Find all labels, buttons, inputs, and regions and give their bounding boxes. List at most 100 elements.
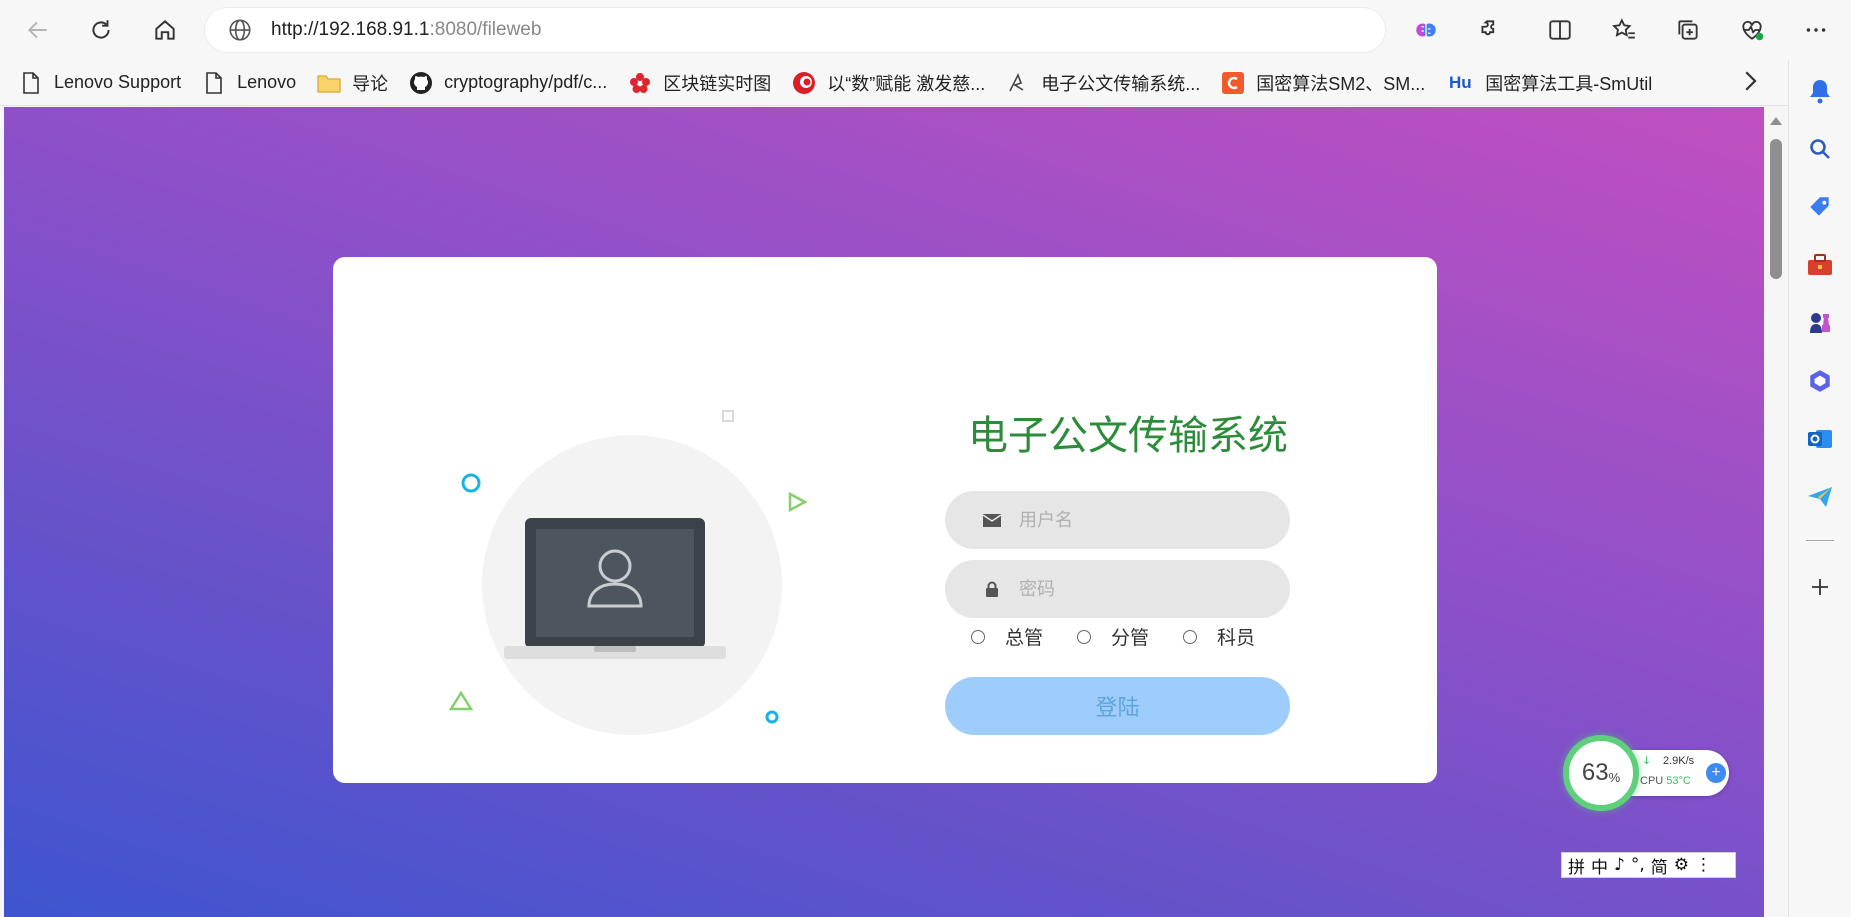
hu-logo-icon: Hu (1448, 72, 1472, 92)
folder-icon (316, 70, 342, 96)
scroll-up-arrow-icon[interactable] (1770, 117, 1782, 125)
username-input[interactable] (1019, 509, 1279, 531)
envelope-icon (981, 509, 1003, 531)
bookmarks-overflow-button[interactable] (1735, 66, 1765, 96)
cpu-usage-ring: 63% (1563, 735, 1639, 811)
url-text: http://192.168.91.1:8080/fileweb (271, 19, 542, 40)
extensions-button[interactable] (1470, 10, 1510, 50)
github-icon (408, 70, 434, 96)
search-button[interactable] (1803, 132, 1837, 166)
edge-sidebar (1788, 60, 1851, 917)
sidebar-divider (1806, 540, 1834, 541)
page-scrollbar[interactable] (1764, 107, 1788, 917)
browser-essentials-button[interactable] (1732, 10, 1772, 50)
cpu-temperature: CPU 53°C (1640, 775, 1691, 787)
ime-item[interactable]: ⋮ (1695, 855, 1712, 875)
shopping-button[interactable] (1803, 190, 1837, 224)
home-icon (155, 20, 175, 40)
chess-piece-icon (1810, 313, 1830, 333)
role-option-zongguan[interactable]: 总管 (971, 623, 1043, 650)
arrow-left-icon (27, 21, 47, 39)
bookmark-item[interactable]: Lenovo (193, 65, 304, 101)
page-title: 电子公文传输系统 (968, 413, 1288, 459)
radio-button[interactable] (1077, 629, 1092, 644)
role-radio-group: 总管 分管 科员 (971, 623, 1291, 650)
lock-icon (981, 578, 1003, 600)
games-button[interactable] (1803, 306, 1837, 340)
ime-item[interactable]: 简 (1651, 853, 1668, 878)
refresh-icon (92, 20, 110, 39)
custom-logo-icon (1005, 70, 1031, 96)
bookmark-item[interactable]: 国密算法SM2、SM... (1212, 65, 1433, 101)
net-speed: 2.9K/s (1663, 755, 1695, 767)
brain-icon (1416, 23, 1436, 37)
login-button[interactable]: 登陆 (945, 677, 1290, 735)
password-input[interactable] (1019, 578, 1279, 600)
circle-decoration-icon (461, 473, 481, 493)
split-screen-button[interactable] (1540, 10, 1580, 50)
page-icon (18, 70, 44, 96)
m365-button[interactable] (1803, 364, 1837, 398)
bookmark-item[interactable]: Hu 国密算法工具-SmUtil (1437, 65, 1660, 101)
radio-button[interactable] (971, 629, 985, 644)
scrollbar-thumb[interactable] (1770, 139, 1782, 279)
ime-item[interactable]: ⚙ (1674, 855, 1689, 875)
more-menu-button[interactable] (1796, 10, 1836, 50)
boost-button[interactable]: + (1706, 763, 1726, 783)
refresh-button[interactable] (81, 10, 121, 50)
puzzle-icon (1481, 20, 1495, 36)
send-button[interactable] (1803, 480, 1837, 514)
bookmark-item[interactable]: 电子公文传输系统... (997, 65, 1208, 101)
bell-icon (1810, 80, 1830, 104)
collections-button[interactable] (1668, 10, 1708, 50)
plus-icon (1812, 579, 1828, 595)
ime-item[interactable]: 拼 (1568, 853, 1585, 878)
page-icon (201, 70, 227, 96)
home-button[interactable] (145, 10, 185, 50)
browser-toolbar: http://192.168.91.1:8080/fileweb (0, 0, 1851, 60)
triangle-up-decoration-icon (448, 690, 474, 711)
password-field[interactable] (945, 560, 1290, 618)
red-logo-icon (791, 70, 817, 96)
notifications-button[interactable] (1803, 74, 1837, 108)
bookmark-item[interactable]: 以“数”赋能 激发慈... (783, 65, 993, 101)
toolbox-icon (1808, 254, 1832, 275)
outlook-button[interactable] (1803, 422, 1837, 456)
role-option-fenguan[interactable]: 分管 (1077, 623, 1149, 650)
outlook-icon (1808, 430, 1832, 448)
tools-button[interactable] (1803, 248, 1837, 282)
username-field[interactable] (945, 491, 1290, 549)
c-logo-icon (1220, 70, 1246, 96)
star-list-icon (1612, 18, 1635, 39)
radio-button[interactable] (1183, 629, 1198, 644)
bookmark-item[interactable]: Lenovo Support (10, 65, 189, 101)
page-viewport: 电子公文传输系统 总管 分管 科员 登陆 (4, 107, 1764, 917)
ellipsis-icon (1806, 28, 1826, 32)
add-sidebar-app-button[interactable] (1803, 570, 1837, 604)
ime-item[interactable]: °, (1631, 855, 1645, 875)
ime-item[interactable]: 中 (1591, 853, 1608, 878)
bookmark-item[interactable]: 区块链实时图 (619, 65, 779, 101)
tag-icon (1810, 197, 1829, 216)
system-monitor-widget[interactable]: 63% ↓ 2.9K/s CPU 53°C + (1563, 733, 1731, 813)
laptop-user-icon (504, 518, 726, 659)
ime-toolbar[interactable]: 拼 中 ♪ °, 简 ⚙ ⋮ (1561, 852, 1736, 878)
triangle-right-decoration-icon (788, 491, 808, 513)
copilot-brain-button[interactable] (1406, 10, 1446, 50)
download-arrow-icon: ↓ (1642, 754, 1652, 767)
collections-icon (1678, 20, 1698, 40)
favorites-button[interactable] (1604, 10, 1644, 50)
back-button[interactable] (18, 10, 58, 50)
globe-icon (229, 19, 251, 41)
ime-item[interactable]: ♪ (1614, 855, 1625, 875)
role-option-keyuan[interactable]: 科员 (1183, 623, 1255, 650)
dot-decoration-icon (765, 710, 779, 724)
bookmarks-bar: Lenovo Support Lenovo 导论 cryptography/pd… (0, 60, 1851, 106)
bookmark-item[interactable]: 导论 (308, 65, 396, 101)
m365-icon (1810, 370, 1830, 392)
square-decoration-icon (722, 410, 734, 422)
split-screen-icon (1549, 20, 1571, 40)
bookmark-item[interactable]: cryptography/pdf/c... (400, 65, 615, 101)
chevron-right-icon (1745, 71, 1757, 91)
address-bar[interactable]: http://192.168.91.1:8080/fileweb (205, 8, 1385, 52)
